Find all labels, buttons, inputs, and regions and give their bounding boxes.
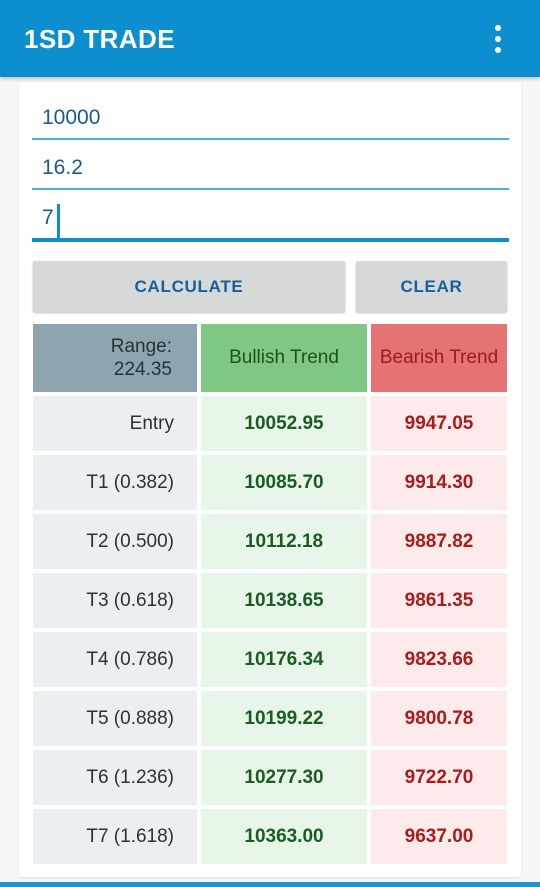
content-area: CALCULATE CLEAR Range: 224.35 Bullish Tr… [0, 77, 540, 887]
table-row: T4 (0.786) 10176.34 9823.66 [33, 632, 507, 687]
row-label-cell: T1 (0.382) [33, 455, 197, 510]
price-input[interactable] [42, 96, 509, 140]
row-label-cell: T2 (0.500) [33, 514, 197, 569]
field-underline [32, 188, 509, 190]
table-row: T2 (0.500) 10112.18 9887.82 [33, 514, 507, 569]
row-bearish-cell: 9914.30 [371, 455, 507, 510]
bullish-header-cell: Bullish Trend [201, 324, 367, 392]
row-bullish-cell: 10199.22 [201, 691, 367, 746]
row-label-cell: T6 (1.236) [33, 750, 197, 805]
table-row: T6 (1.236) 10277.30 9722.70 [33, 750, 507, 805]
more-vert-icon[interactable] [476, 15, 520, 63]
field-underline [32, 238, 509, 242]
more-vert-dot [495, 24, 501, 31]
row-bearish-cell: 9823.66 [371, 632, 507, 687]
range-value: 224.35 [113, 359, 172, 380]
table-body: Entry 10052.95 9947.05 T1 (0.382) 10085.70 99… [33, 396, 507, 864]
table-row: T5 (0.888) 10199.22 9800.78 [33, 691, 507, 746]
results-table: Range: 224.35 Bullish Trend Bearish Tren… [31, 324, 509, 864]
row-bullish-cell: 10363.00 [201, 809, 367, 864]
bottom-navigation-bar [0, 882, 540, 887]
row-label-cell: T3 (0.618) [33, 573, 197, 628]
row-bearish-cell: 9947.05 [371, 396, 507, 451]
price-field[interactable] [31, 96, 509, 146]
app-bar: 1SD TRADE [0, 0, 540, 77]
range-label: Range: [110, 335, 172, 357]
row-bearish-cell: 9887.82 [371, 514, 507, 569]
row-bearish-cell: 9637.00 [371, 809, 507, 864]
field-underline [32, 138, 509, 140]
row-bearish-cell: 9722.70 [371, 750, 507, 805]
row-bullish-cell: 10085.70 [201, 455, 367, 510]
row-bullish-cell: 10277.30 [201, 750, 367, 805]
row-bearish-cell: 9800.78 [371, 691, 507, 746]
row-bullish-cell: 10138.65 [201, 573, 367, 628]
row-bearish-cell: 9861.35 [371, 573, 507, 628]
row-label-cell: T7 (1.618) [33, 809, 197, 864]
days-input[interactable] [42, 196, 509, 240]
days-field[interactable] [31, 196, 509, 246]
row-label-cell: Entry [33, 396, 197, 451]
row-label-cell: T4 (0.786) [33, 632, 197, 687]
table-row: T1 (0.382) 10085.70 9914.30 [33, 455, 507, 510]
range-header-cell: Range: 224.35 [33, 324, 197, 392]
volatility-input[interactable] [42, 146, 509, 190]
table-row: Entry 10052.95 9947.05 [33, 396, 507, 451]
bearish-header-cell: Bearish Trend [371, 324, 507, 392]
app-title: 1SD TRADE [24, 23, 175, 54]
clear-button[interactable]: CLEAR [356, 261, 507, 312]
action-button-row: CALCULATE CLEAR [31, 261, 509, 312]
table-row: T7 (1.618) 10363.00 9637.00 [33, 809, 507, 864]
table-row: T3 (0.618) 10138.65 9861.35 [33, 573, 507, 628]
text-caret [57, 204, 60, 238]
volatility-field[interactable] [31, 146, 509, 196]
more-vert-dot [495, 35, 501, 42]
table-header-row: Range: 224.35 Bullish Trend Bearish Tren… [33, 324, 507, 392]
more-vert-dot [495, 46, 501, 53]
row-label-cell: T5 (0.888) [33, 691, 197, 746]
main-card: CALCULATE CLEAR Range: 224.35 Bullish Tr… [19, 82, 521, 877]
row-bullish-cell: 10112.18 [201, 514, 367, 569]
calculate-button[interactable]: CALCULATE [33, 261, 345, 312]
row-bullish-cell: 10176.34 [201, 632, 367, 687]
row-bullish-cell: 10052.95 [201, 396, 367, 451]
